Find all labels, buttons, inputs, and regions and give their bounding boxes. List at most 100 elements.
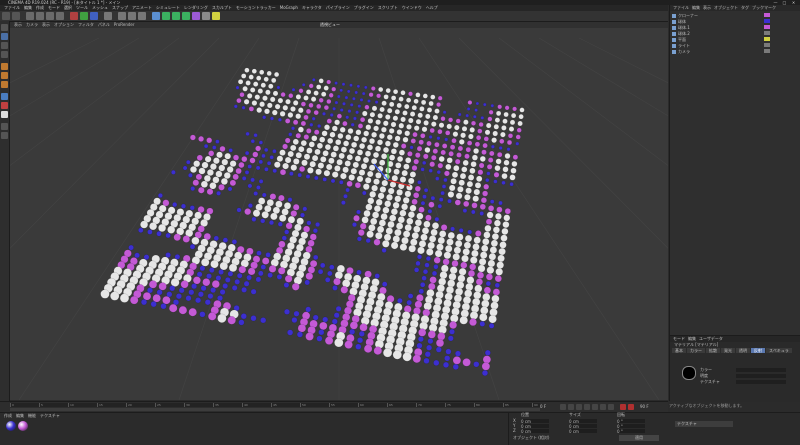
enable-axis-icon[interactable] — [1, 93, 8, 100]
material-swatch[interactable] — [18, 421, 28, 431]
model-mode-icon[interactable] — [1, 33, 8, 40]
clone-sphere — [366, 144, 374, 151]
object-menu-item-0[interactable]: ファイル — [673, 5, 689, 11]
attr-tab-5[interactable]: 反射 — [751, 348, 765, 353]
undo-icon[interactable] — [2, 12, 10, 20]
autokey-icon[interactable] — [628, 404, 634, 410]
perspective-viewport[interactable]: 表示 カメラ 表示 オプション フィルタ パネル ProRender 透視ビュー — [10, 22, 668, 400]
prev-key-icon[interactable] — [568, 404, 574, 410]
coordinate-system-icon[interactable] — [104, 12, 112, 20]
prev-frame-icon[interactable] — [576, 404, 582, 410]
current-frame[interactable]: 0 F — [540, 404, 546, 410]
make-editable-icon[interactable] — [1, 24, 8, 31]
attr-tab-0[interactable]: 基本 — [672, 348, 686, 353]
object-row[interactable]: クローナー — [672, 13, 798, 18]
rotation-field[interactable]: 0 ° — [617, 429, 645, 434]
go-to-end-icon[interactable] — [608, 404, 614, 410]
end-frame[interactable]: 90 F — [640, 404, 649, 410]
lock-workplane-icon[interactable] — [1, 132, 8, 139]
clone-sphere — [412, 354, 422, 364]
position-field[interactable]: 0 cm — [521, 419, 549, 424]
move-icon[interactable] — [36, 12, 44, 20]
material-tag-icon[interactable] — [764, 19, 770, 23]
object-row[interactable]: 平面 — [672, 37, 798, 42]
soft-selection-icon[interactable] — [1, 111, 8, 118]
object-row[interactable]: カメラ — [672, 49, 798, 54]
attr-value-field[interactable] — [736, 368, 786, 372]
texture-mode-icon[interactable] — [1, 42, 8, 49]
material-menu-item-0[interactable]: 作成 — [4, 413, 12, 419]
go-to-start-icon[interactable] — [560, 404, 566, 410]
texture-button[interactable]: テクスチャ — [675, 421, 733, 427]
object-menu-item-5[interactable]: ブックマーク — [752, 5, 776, 11]
material-tag-icon[interactable] — [764, 13, 770, 17]
object-menu-item-1[interactable]: 編集 — [692, 5, 700, 11]
polygons-mode-icon[interactable] — [1, 81, 8, 88]
timeline-range[interactable] — [10, 408, 540, 411]
position-field[interactable]: 0 cm — [521, 429, 549, 434]
clone-sphere — [445, 348, 452, 355]
rotation-field[interactable]: 0 ° — [617, 424, 645, 429]
object-row[interactable]: ライト — [672, 43, 798, 48]
z-axis-icon[interactable] — [90, 12, 98, 20]
floor-icon[interactable] — [202, 12, 210, 20]
array-icon[interactable] — [182, 12, 190, 20]
workplane-icon[interactable] — [1, 51, 8, 58]
subdivision-icon[interactable] — [172, 12, 180, 20]
x-axis-icon[interactable] — [70, 12, 78, 20]
position-field[interactable]: 0 cm — [521, 424, 549, 429]
material-swatch[interactable] — [6, 421, 16, 431]
attr-tab-1[interactable]: カラー — [687, 348, 705, 353]
sculpt-icon[interactable] — [1, 123, 8, 130]
edges-mode-icon[interactable] — [1, 72, 8, 79]
attr-tab-4[interactable]: 透明 — [736, 348, 750, 353]
attr-value-field[interactable] — [736, 380, 786, 384]
apply-button[interactable]: 適用 — [619, 435, 659, 441]
scale-icon[interactable] — [46, 12, 54, 20]
coord-mode-select[interactable]: オブジェクト (相対) — [513, 436, 549, 440]
material-tag-icon[interactable] — [764, 31, 770, 35]
rotation-field[interactable]: 0 ° — [617, 419, 645, 424]
object-menu-item-3[interactable]: オブジェクト — [714, 5, 738, 11]
record-icon[interactable] — [620, 404, 626, 410]
material-tag-icon[interactable] — [764, 43, 770, 47]
material-tag-icon[interactable] — [764, 49, 770, 53]
light-icon[interactable] — [212, 12, 220, 20]
size-field[interactable]: 0 cm — [569, 424, 597, 429]
rotate-icon[interactable] — [56, 12, 64, 20]
material-menu-item-3[interactable]: テクスチャ — [40, 413, 60, 419]
spline-icon[interactable] — [162, 12, 170, 20]
material-menu-item-2[interactable]: 機能 — [28, 413, 36, 419]
attr-tab-2[interactable]: 拡散 — [706, 348, 720, 353]
render-settings-icon[interactable] — [138, 12, 146, 20]
object-row[interactable]: 球体.1 — [672, 25, 798, 30]
attr-tab-3[interactable]: 発光 — [721, 348, 735, 353]
points-mode-icon[interactable] — [1, 63, 8, 70]
material-tag-icon[interactable] — [764, 37, 770, 41]
render-view-icon[interactable] — [118, 12, 126, 20]
size-field[interactable]: 0 cm — [569, 429, 597, 434]
live-selection-icon[interactable] — [26, 12, 34, 20]
object-menu-item-2[interactable]: 表示 — [703, 5, 711, 11]
size-field[interactable]: 0 cm — [569, 419, 597, 424]
timeline[interactable]: 0 5 10 15 20 25 30 35 40 45 50 55 60 65 70 75 80 85 90 0 F… — [0, 401, 668, 412]
next-frame-icon[interactable] — [592, 404, 598, 410]
cube-icon[interactable] — [152, 12, 160, 20]
redo-icon[interactable] — [12, 12, 20, 20]
object-row[interactable]: 球体 — [672, 19, 798, 24]
material-tag-icon[interactable] — [764, 25, 770, 29]
clone-sphere — [472, 243, 480, 251]
clone-sphere — [397, 155, 404, 163]
deformer-icon[interactable] — [192, 12, 200, 20]
snap-icon[interactable] — [1, 102, 8, 109]
clone-sphere — [427, 208, 433, 214]
play-icon[interactable] — [584, 404, 590, 410]
attr-value-field[interactable] — [736, 374, 786, 378]
material-menu-item-1[interactable]: 編集 — [16, 413, 24, 419]
object-row[interactable]: 球体.2 — [672, 31, 798, 36]
object-menu-item-4[interactable]: タグ — [741, 5, 749, 11]
render-picture-viewer-icon[interactable] — [128, 12, 136, 20]
y-axis-icon[interactable] — [80, 12, 88, 20]
attr-tab-6[interactable]: スペキュラ — [766, 348, 792, 353]
next-key-icon[interactable] — [600, 404, 606, 410]
